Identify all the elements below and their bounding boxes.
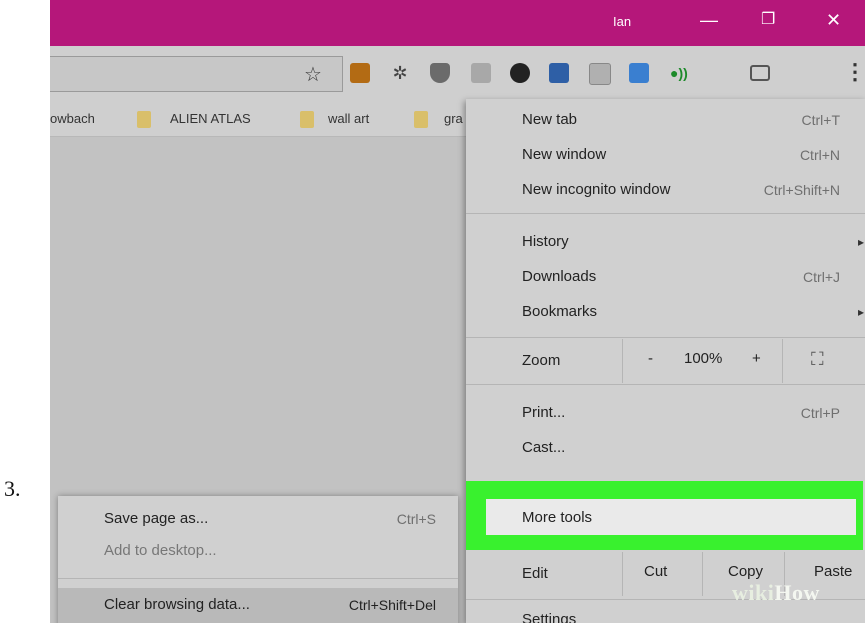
zoom-out-button[interactable]: - [648, 350, 653, 367]
menu-separator [466, 384, 865, 385]
chrome-menu-icon[interactable]: ⋮ [844, 60, 865, 84]
submenu-item-save-page[interactable]: Save page as... [104, 510, 208, 527]
shortcut-label: Ctrl+T [801, 112, 841, 128]
shortcut-label: Ctrl+N [799, 147, 840, 163]
pocket-ext-icon[interactable] [430, 63, 450, 83]
bookmark-star-icon[interactable]: ☆ [304, 62, 322, 87]
chrome-menu: New tab Ctrl+T New window Ctrl+N New inc… [466, 99, 865, 623]
menu-item-cast[interactable]: Cast... [522, 439, 565, 456]
bookmark-item[interactable]: owbach [50, 111, 95, 126]
menu-item-settings[interactable]: Settings [522, 611, 576, 623]
bookmark-ext-icon[interactable] [549, 63, 569, 83]
shortcut-label: Ctrl+S [396, 511, 436, 527]
menu-item-label: More tools [522, 509, 593, 526]
step-number: 3. [4, 476, 21, 501]
menu-item-zoom: Zoom [522, 352, 561, 369]
bug-ext-icon[interactable]: ✲ [390, 63, 410, 83]
image-ext-icon[interactable] [589, 63, 611, 85]
hexagon-ext-icon[interactable] [350, 63, 370, 83]
download-ext-icon[interactable] [629, 63, 649, 83]
wikihow-watermark: wikiHow [732, 580, 820, 606]
folder-icon [414, 111, 428, 128]
title-bar: Ian — ❐ ✕ [50, 0, 865, 46]
zoom-controls [622, 339, 743, 383]
folder-icon [137, 111, 151, 128]
bookmark-item[interactable]: gra [444, 111, 463, 126]
shortcut-label: Ctrl+P [800, 405, 840, 421]
watermark-how: How [774, 580, 820, 605]
browser-screenshot: Ian — ❐ ✕ ☆ ✲ ●)) ⋮ owbach ALIEN ATLAS w… [50, 0, 865, 623]
menu-item-bookmarks[interactable]: Bookmarks [522, 303, 597, 320]
cast-icon[interactable] [750, 65, 770, 81]
cut-button[interactable]: Cut [644, 563, 667, 580]
color-ext-icon[interactable] [510, 63, 530, 83]
bookmark-item[interactable]: ALIEN ATLAS [170, 111, 251, 126]
copy-button[interactable]: Copy [728, 563, 763, 580]
restore-button[interactable]: ❐ [761, 8, 775, 32]
watermark-wiki: wiki [732, 580, 775, 605]
submenu-item-add-to-desktop[interactable]: Add to desktop... [104, 542, 217, 559]
submenu-item-label: Clear browsing data... [104, 596, 250, 613]
profile-name[interactable]: Ian [613, 14, 631, 29]
fullscreen-icon[interactable]: ⛶ [811, 349, 824, 370]
menu-item-print[interactable]: Print... [522, 404, 565, 421]
menu-item-history[interactable]: History [522, 233, 569, 250]
toolbar: ☆ ✲ ●)) ⋮ [50, 46, 865, 102]
submenu-arrow-icon: ▸ [857, 235, 864, 249]
menu-item-new-window[interactable]: New window [522, 146, 606, 163]
pdf-ext-icon[interactable] [471, 63, 491, 83]
minimize-button[interactable]: — [700, 8, 718, 32]
menu-item-edit: Edit [522, 565, 548, 582]
zoom-in-button[interactable]: + [752, 350, 761, 367]
folder-icon [300, 111, 314, 128]
close-button[interactable]: ✕ [826, 8, 841, 32]
address-bar[interactable] [50, 56, 343, 92]
menu-item-new-tab[interactable]: New tab [522, 111, 577, 128]
shortcut-label: Ctrl+Shift+Del [348, 597, 436, 613]
shortcut-label: Ctrl+Shift+N [763, 182, 840, 198]
shortcut-label: Ctrl+J [803, 269, 840, 285]
submenu-arrow-icon: ▸ [857, 305, 864, 319]
zoom-level: 100% [684, 350, 723, 367]
bookmark-item[interactable]: wall art [328, 111, 369, 126]
menu-item-downloads[interactable]: Downloads [522, 268, 596, 285]
more-tools-submenu: Save page as... Ctrl+S Add to desktop...… [58, 496, 458, 623]
audio-ext-icon[interactable]: ●)) [670, 63, 690, 83]
menu-separator [466, 337, 865, 338]
menu-item-new-incognito[interactable]: New incognito window [522, 181, 670, 198]
menu-separator [466, 213, 865, 214]
menu-separator [58, 578, 458, 579]
paste-button[interactable]: Paste [814, 563, 852, 580]
